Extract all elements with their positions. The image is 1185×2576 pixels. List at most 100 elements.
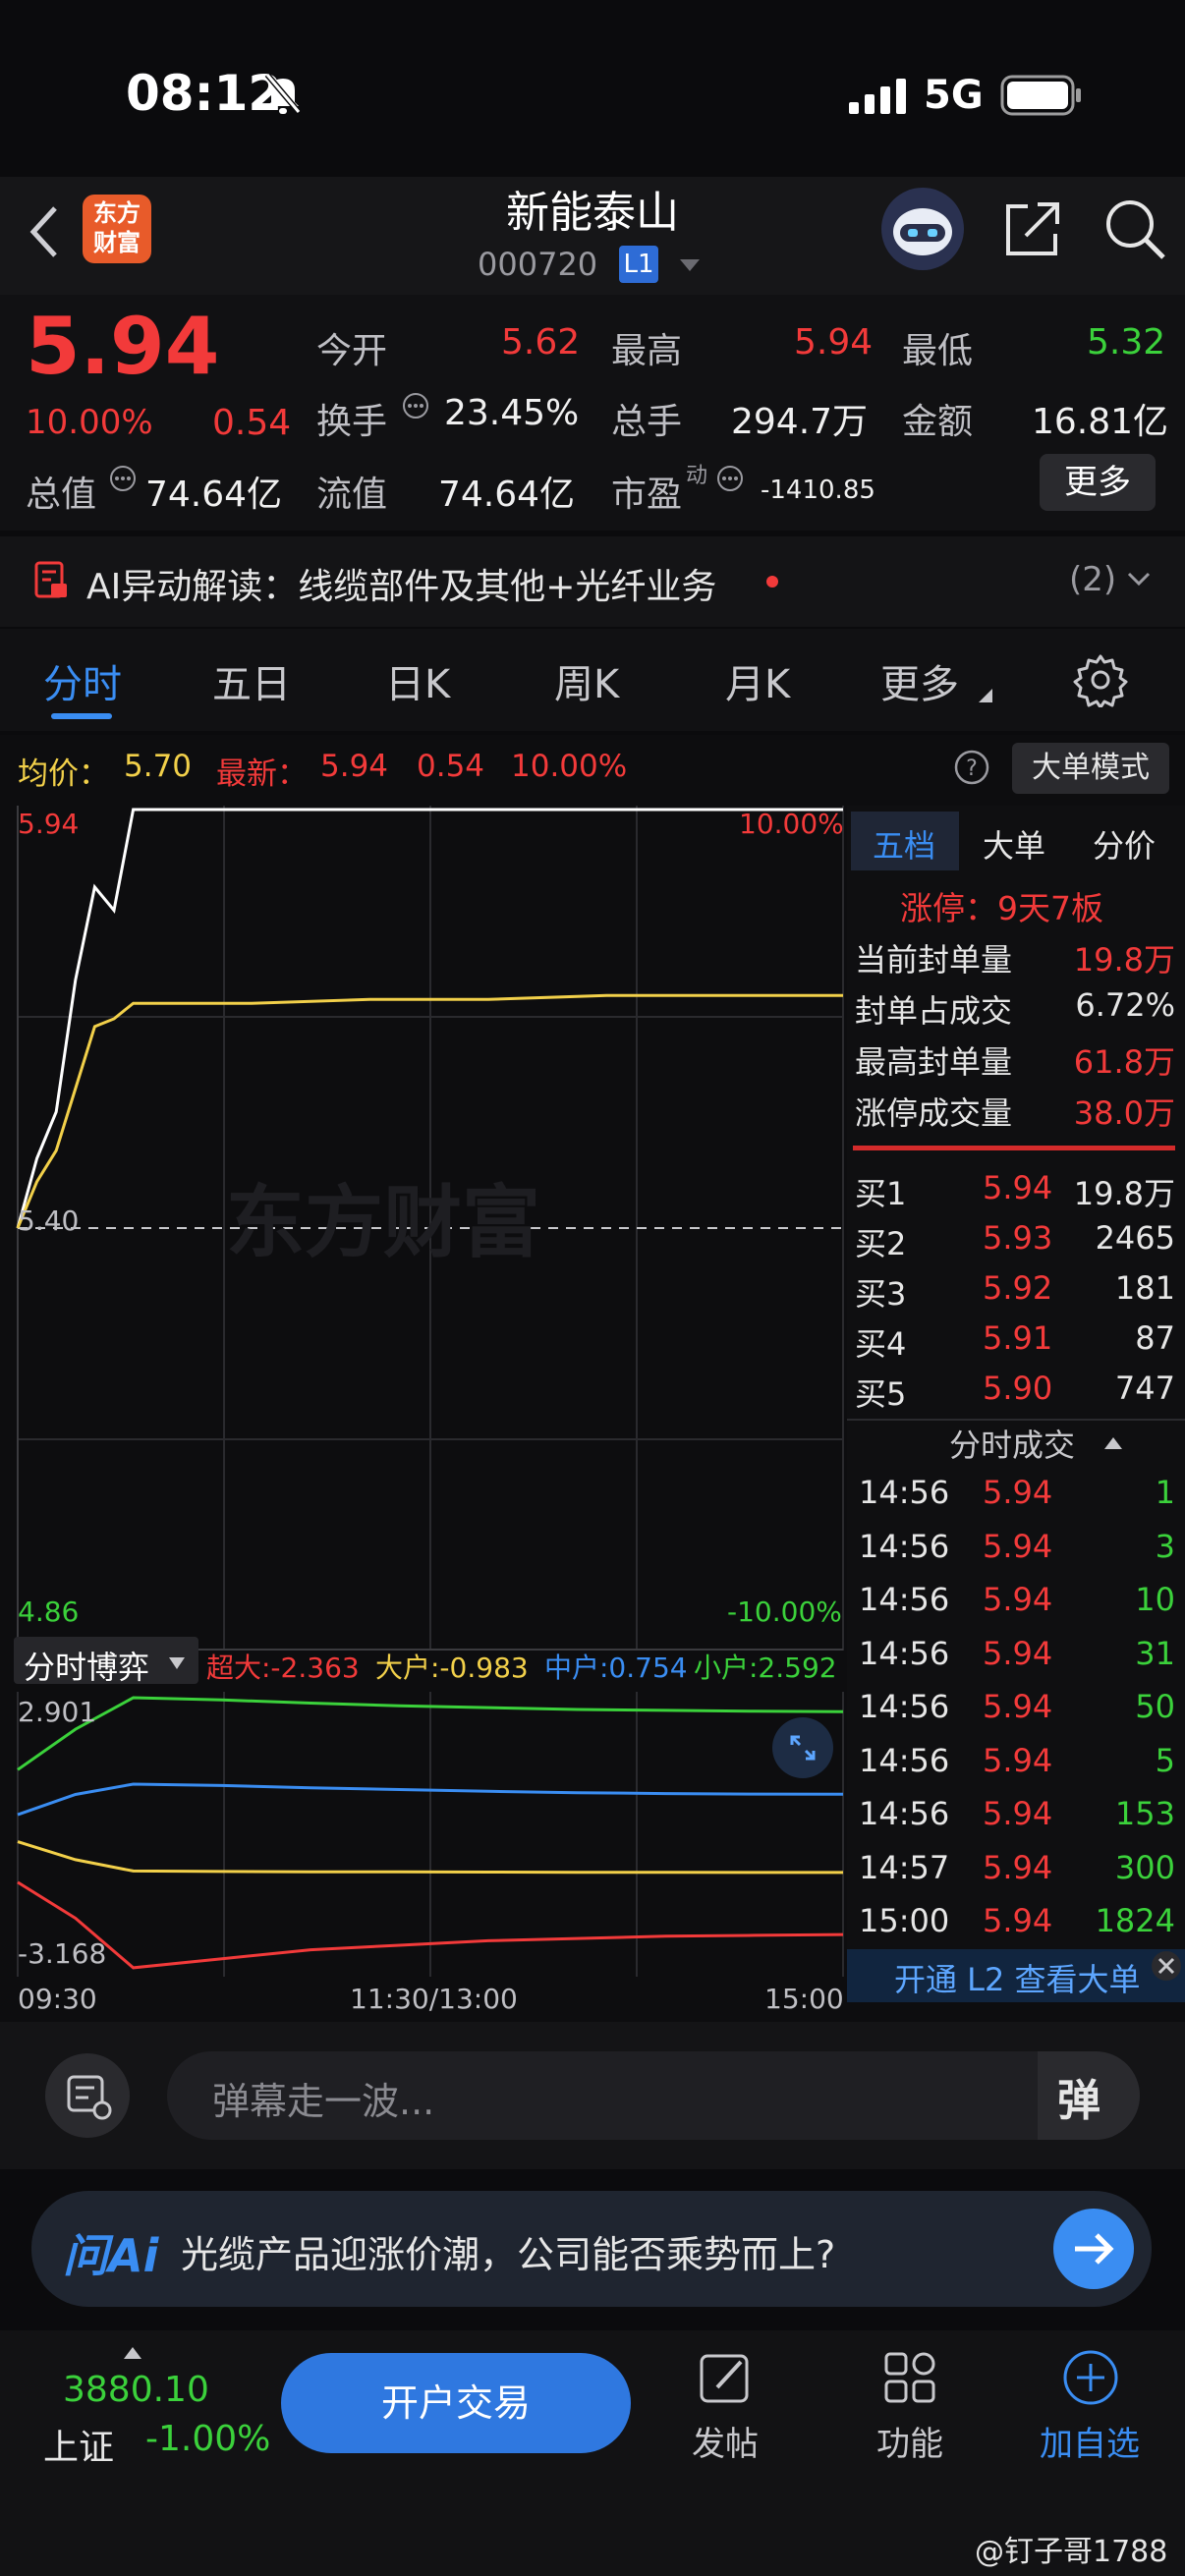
tick-volume: 1824 — [1095, 1902, 1175, 1939]
expand-icon[interactable] — [770, 1715, 835, 1780]
sub-axis-bottom: -3.168 — [18, 1937, 107, 1970]
help-icon[interactable]: ? — [953, 749, 990, 786]
share-icon[interactable] — [1000, 196, 1065, 261]
low-value: 5.32 — [1087, 322, 1166, 363]
tick-time: 14:56 — [859, 1741, 950, 1779]
tick-volume: 10 — [1135, 1581, 1175, 1618]
weibo-watermark: @钉子哥1788 — [975, 2535, 1168, 2569]
tick-volume: 31 — [1135, 1634, 1175, 1672]
bid-volume: 87 — [1135, 1319, 1175, 1357]
high-value: 5.94 — [794, 322, 874, 363]
info-dots-icon[interactable] — [108, 464, 138, 493]
stat-label: 涨停成交量 — [855, 1094, 1013, 1132]
post-label[interactable]: 发帖 — [692, 2417, 759, 2465]
indicator-select-label: 分时博弈 — [24, 1649, 150, 1686]
tick-time: 14:57 — [859, 1848, 950, 1886]
amount-label: 金额 — [902, 402, 974, 442]
tick-time: 15:00 — [859, 1902, 950, 1939]
signal-icon — [849, 77, 908, 116]
more-button[interactable]: 更多 — [1040, 454, 1156, 511]
index-percent[interactable]: -1.00% — [145, 2419, 270, 2459]
limit-up-streak: 涨停：9天7板 — [900, 889, 1103, 927]
time-axis-end: 15:00 — [764, 1983, 844, 2015]
search-icon[interactable] — [1102, 196, 1167, 261]
tab-daily-k[interactable]: 日K — [385, 652, 450, 709]
add-watchlist-label[interactable]: 加自选 — [1040, 2417, 1140, 2465]
function-label[interactable]: 功能 — [876, 2417, 943, 2465]
chevron-down-icon[interactable] — [1126, 570, 1152, 589]
tab-more[interactable]: 更多 — [880, 652, 959, 709]
robot-assistant-icon[interactable] — [878, 185, 967, 273]
close-icon[interactable] — [1150, 1949, 1183, 1983]
send-arrow-icon[interactable] — [1051, 2207, 1136, 2291]
series-label-medium: 中户:0.754 — [544, 1652, 688, 1684]
l2-banner-text: 开通 L2 查看大单 — [894, 1961, 1141, 1998]
chart-watermark: 东方财富 — [226, 1177, 540, 1268]
open-label: 今开 — [316, 331, 388, 371]
market-cap-value: 74.64亿 — [145, 475, 283, 515]
corner-triangle-icon — [979, 688, 992, 702]
danmu-placeholder: 弹幕走一波... — [212, 2080, 435, 2123]
index-name[interactable]: 上证 — [43, 2419, 114, 2470]
edit-post-icon[interactable] — [696, 2348, 755, 2407]
tick-volume: 5 — [1155, 1741, 1175, 1779]
pe-value: -1410.85 — [761, 476, 875, 505]
sort-up-icon[interactable] — [1104, 1434, 1122, 1449]
avg-value: 5.70 — [124, 749, 193, 784]
tab-five-day[interactable]: 五日 — [212, 652, 291, 709]
ai-report-icon — [33, 560, 69, 601]
low-label: 最低 — [902, 331, 974, 371]
time-axis-mid: 11:30/13:00 — [350, 1983, 518, 2015]
change-amount: 0.54 — [212, 403, 292, 443]
avg-label: 均价： — [18, 756, 109, 792]
price-axis-bottom: 4.86 — [18, 1596, 80, 1628]
tick-volume: 3 — [1155, 1527, 1175, 1565]
bid-label: 买4 — [855, 1325, 907, 1363]
danmu-toggle-label: 弹 — [1057, 2076, 1100, 2126]
stat-value: 6.72% — [1075, 986, 1175, 1024]
tab-monthly-k[interactable]: 月K — [725, 652, 790, 709]
grid-function-icon[interactable] — [880, 2348, 939, 2407]
pe-dynamic-mark: 动 — [686, 464, 708, 488]
gear-icon[interactable] — [1073, 652, 1128, 709]
series-label-small: 小户:2.592 — [694, 1652, 837, 1684]
pe-label: 市盈 — [611, 475, 683, 515]
big-order-mode-button[interactable]: 大单模式 — [1012, 743, 1169, 794]
volume-value: 294.7万 — [731, 402, 869, 442]
bid-label: 买2 — [855, 1225, 907, 1262]
chevron-down-icon[interactable] — [678, 257, 702, 273]
change-percent: 10.00% — [26, 403, 153, 442]
turnover-label: 换手 — [316, 402, 388, 442]
tab-weekly-k[interactable]: 周K — [554, 652, 619, 709]
turnover-value: 23.45% — [444, 393, 580, 433]
index-value[interactable]: 3880.10 — [63, 2370, 209, 2410]
index-up-arrow-icon — [124, 2344, 141, 2359]
latest-change: 0.54 — [417, 749, 485, 784]
price-axis-mid: 5.40 — [18, 1204, 80, 1237]
bid-label: 买3 — [855, 1275, 907, 1313]
bid-volume: 2465 — [1095, 1219, 1175, 1257]
panel-tab-five-level[interactable]: 五档 — [873, 821, 935, 867]
time-axis-start: 09:30 — [18, 1983, 97, 2015]
stat-value: 38.0万 — [1073, 1094, 1175, 1132]
svg-text:?: ? — [966, 756, 978, 781]
add-watchlist-icon[interactable] — [1061, 2348, 1120, 2407]
market-cap-label: 总值 — [26, 475, 97, 515]
tick-time: 14:56 — [859, 1688, 950, 1725]
info-dots-icon[interactable] — [715, 464, 745, 493]
float-cap-value: 74.64亿 — [438, 475, 576, 515]
open-account-button[interactable]: 开户交易 — [281, 2353, 631, 2453]
capital-game-chart[interactable] — [0, 1692, 847, 1977]
open-value: 5.62 — [501, 322, 581, 363]
ai-insight-count: (2) — [1069, 560, 1117, 599]
stat-label: 最高封单量 — [855, 1043, 1013, 1081]
high-label: 最高 — [611, 331, 683, 371]
panel-tab-big-order[interactable]: 大单 — [983, 821, 1045, 867]
tab-intraday[interactable]: 分时 — [43, 652, 122, 709]
new-dot — [766, 576, 778, 588]
panel-tab-price-split[interactable]: 分价 — [1093, 821, 1156, 867]
stock-code: 000720 — [478, 246, 598, 283]
level-badge[interactable]: L1 — [619, 246, 658, 283]
comment-list-icon[interactable] — [45, 2053, 130, 2138]
info-dots-icon[interactable] — [401, 391, 430, 420]
